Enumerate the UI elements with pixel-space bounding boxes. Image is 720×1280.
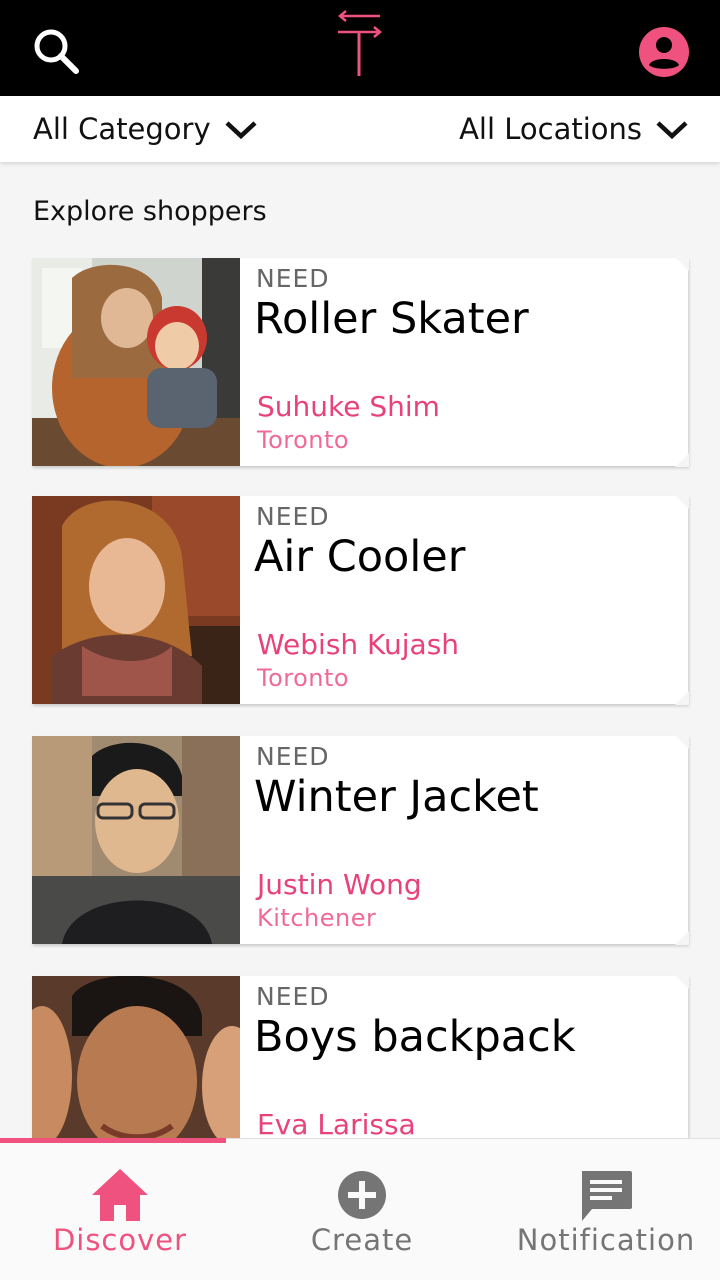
- card-corner: [675, 931, 689, 945]
- account-circle-icon: [639, 27, 689, 77]
- item-title: Boys backpack: [254, 1012, 576, 1062]
- need-label: NEED: [256, 742, 330, 771]
- category-dropdown[interactable]: All Category: [33, 96, 259, 162]
- shopper-name[interactable]: Justin Wong: [257, 868, 422, 901]
- shopper-card[interactable]: NEED Roller Skater Suhuke Shim Toronto: [32, 257, 689, 467]
- app-logo[interactable]: [332, 10, 388, 80]
- item-title: Air Cooler: [254, 532, 466, 582]
- card-corner: [675, 495, 689, 509]
- tab-notification[interactable]: Notification: [486, 1139, 720, 1280]
- shopper-card[interactable]: NEED Air Cooler Webish Kujash Toronto: [32, 495, 689, 705]
- add-circle-icon: [338, 1171, 386, 1219]
- search-button[interactable]: [28, 24, 84, 80]
- chevron-down-icon: [225, 121, 257, 140]
- card-corner: [675, 975, 689, 989]
- card-corner: [675, 691, 689, 705]
- location-dropdown-label: All Locations: [459, 112, 642, 146]
- chevron-down-icon: [656, 121, 688, 140]
- item-title: Roller Skater: [254, 294, 529, 344]
- shopper-city: Toronto: [257, 664, 350, 692]
- shopper-photo: [32, 496, 240, 704]
- item-title: Winter Jacket: [254, 772, 539, 822]
- shopper-city: Toronto: [257, 426, 350, 454]
- card-corner: [675, 453, 689, 467]
- card-corner: [675, 257, 689, 271]
- home-icon: [92, 1169, 148, 1221]
- tab-create-label: Create: [310, 1223, 414, 1257]
- need-label: NEED: [256, 502, 330, 531]
- shopper-photo: [32, 258, 240, 466]
- location-dropdown[interactable]: All Locations: [459, 96, 690, 162]
- shopper-photo: [32, 736, 240, 944]
- tab-discover-label: Discover: [52, 1223, 188, 1257]
- shopper-card[interactable]: NEED Winter Jacket Justin Wong Kitchener: [32, 735, 689, 945]
- category-dropdown-label: All Category: [33, 112, 211, 146]
- search-icon: [34, 29, 79, 74]
- shopper-name[interactable]: Suhuke Shim: [257, 390, 440, 423]
- need-label: NEED: [256, 264, 330, 293]
- app-header: [0, 0, 720, 96]
- shopper-city: Kitchener: [257, 904, 377, 932]
- filter-bar: All Category All Locations: [0, 96, 720, 162]
- need-label: NEED: [256, 982, 330, 1011]
- card-corner: [675, 735, 689, 749]
- shopper-name[interactable]: Webish Kujash: [257, 628, 459, 661]
- bottom-navigation: Discover Create Notification: [0, 1138, 720, 1280]
- message-icon: [582, 1171, 632, 1221]
- tab-notification-label: Notification: [516, 1223, 696, 1257]
- tab-discover[interactable]: Discover: [0, 1139, 240, 1280]
- section-title: Explore shoppers: [33, 196, 267, 227]
- tab-create[interactable]: Create: [242, 1139, 482, 1280]
- t-arrow-logo: [338, 10, 382, 76]
- shopper-name[interactable]: Eva Larissa: [257, 1108, 416, 1141]
- account-button[interactable]: [636, 24, 692, 80]
